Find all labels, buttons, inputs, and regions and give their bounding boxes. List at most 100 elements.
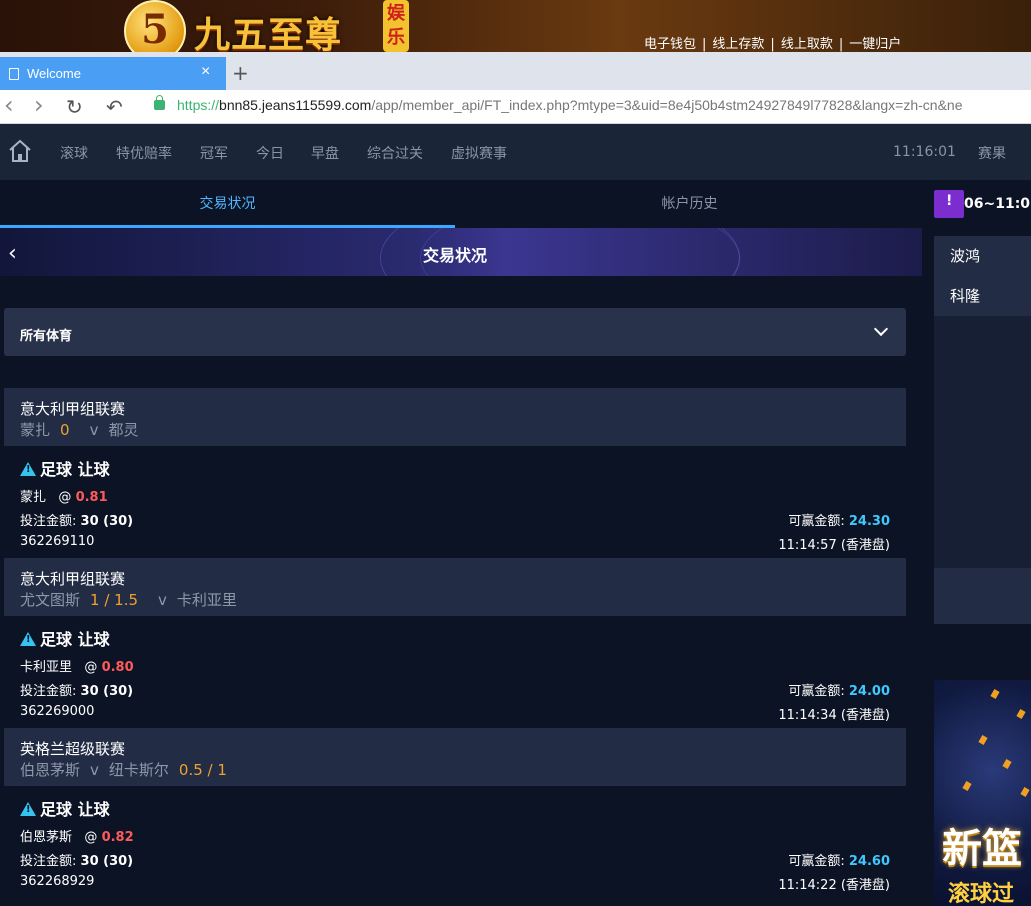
url-path: /app/member_api/FT_index.php?mtype=3&uid… bbox=[371, 97, 963, 113]
page-icon bbox=[9, 68, 19, 80]
sparkle bbox=[1002, 759, 1012, 769]
link-withdraw[interactable]: 线上取款 bbox=[781, 37, 833, 52]
nav-results[interactable]: 赛果 bbox=[978, 143, 1006, 163]
team-home: 蒙扎 bbox=[20, 421, 51, 439]
tab-account-history[interactable]: 帐户历史 bbox=[462, 180, 917, 228]
nav-virtual[interactable]: 虚拟赛事 bbox=[451, 143, 507, 163]
nav-early[interactable]: 早盘 bbox=[311, 143, 339, 163]
vs-label: v bbox=[158, 591, 167, 609]
win-label: 可赢金额: bbox=[788, 514, 845, 529]
odds: 0.80 bbox=[101, 660, 134, 675]
match-teams: 蒙扎 0 v 都灵 bbox=[20, 419, 138, 440]
browser-tab-welcome[interactable]: Welcome × bbox=[0, 57, 226, 90]
home-icon[interactable] bbox=[8, 139, 32, 163]
sidebar-item-team[interactable]: 科隆 bbox=[950, 285, 980, 306]
tab-transaction-status[interactable]: 交易状况 bbox=[0, 180, 455, 228]
separator: | bbox=[838, 37, 844, 52]
stake-label: 投注金额: bbox=[20, 854, 77, 869]
promo-title: 新篮 bbox=[942, 826, 1022, 872]
nav-special-odds[interactable]: 特优赔率 bbox=[116, 143, 172, 163]
warning-icon bbox=[20, 802, 36, 816]
sport-label: 足球 让球 bbox=[40, 800, 110, 819]
separator: | bbox=[702, 37, 707, 52]
nav-outright[interactable]: 冠军 bbox=[200, 143, 228, 163]
team-home: 伯恩茅斯 bbox=[20, 761, 81, 779]
pick-team: 蒙扎 bbox=[20, 490, 47, 505]
stake-value: 30 (30) bbox=[80, 684, 134, 699]
bet-league-row: 意大利甲组联赛 尤文图斯 1 / 1.5 v 卡利亚里 bbox=[4, 558, 906, 616]
bet-time: 11:14:22 (香港盘) bbox=[778, 878, 890, 893]
stake: 投注金额: 30 (30) bbox=[20, 510, 133, 529]
bet-sport: 足球 让球 bbox=[20, 626, 110, 650]
url-scheme: https:// bbox=[177, 97, 220, 113]
handicap: 0 bbox=[60, 421, 70, 439]
main-nav: 滚球 特优赔率 冠军 今日 早盘 综合过关 虚拟赛事 11:16:01 赛果 bbox=[0, 124, 1031, 180]
sparkle bbox=[978, 735, 988, 745]
warning-icon bbox=[20, 462, 36, 476]
odds: 0.81 bbox=[75, 490, 108, 505]
filter-value: 所有体育 bbox=[20, 329, 73, 344]
nav-today[interactable]: 今日 bbox=[256, 143, 284, 163]
bet-pick: 伯恩茅斯 @ 0.82 bbox=[20, 826, 134, 845]
stake-value: 30 (30) bbox=[80, 514, 134, 529]
url-field[interactable]: https://bnn85.jeans115599.com/app/member… bbox=[177, 97, 962, 113]
site-banner: 5 九五至尊 娱乐 电子钱包 | 线上存款 | 线上取款 | 一键归户 bbox=[0, 0, 1031, 52]
win-label: 可赢金额: bbox=[788, 854, 845, 869]
stake-value: 30 (30) bbox=[80, 854, 134, 869]
close-icon[interactable]: × bbox=[201, 63, 210, 81]
team-home: 尤文图斯 bbox=[20, 591, 81, 609]
nav-parlay[interactable]: 综合过关 bbox=[367, 143, 423, 163]
ticket-id: 362269110 bbox=[20, 534, 95, 549]
vs-label: v bbox=[89, 421, 99, 439]
sport-label: 足球 让球 bbox=[40, 460, 110, 479]
at-label: @ bbox=[84, 830, 98, 845]
link-deposit[interactable]: 线上存款 bbox=[712, 37, 764, 52]
bet-time: 11:14:57 (香港盘) bbox=[778, 538, 890, 553]
stake: 投注金额: 30 (30) bbox=[20, 680, 133, 699]
message-alert-icon[interactable] bbox=[934, 190, 964, 218]
browser-tabstrip: Welcome × + bbox=[0, 52, 1031, 90]
at-label: @ bbox=[58, 490, 72, 505]
league-name: 意大利甲组联赛 bbox=[20, 570, 126, 588]
new-tab-icon[interactable]: + bbox=[232, 61, 249, 85]
match-teams: 伯恩茅斯 v 纽卡斯尔 0.5 / 1 bbox=[20, 759, 237, 780]
page-title: 交易状况 bbox=[422, 246, 487, 265]
reload-icon[interactable]: ↻ bbox=[66, 95, 83, 119]
address-bar: ‹ › ↻ ↶ https://bnn85.jeans115599.com/ap… bbox=[0, 90, 1031, 124]
handicap: 0.5 / 1 bbox=[178, 761, 227, 779]
handicap: 1 / 1.5 bbox=[90, 591, 139, 609]
link-consolidate[interactable]: 一键归户 bbox=[849, 37, 901, 52]
chevron-down-icon bbox=[873, 321, 889, 337]
league-name: 意大利甲组联赛 bbox=[20, 400, 126, 418]
link-wallet[interactable]: 电子钱包 bbox=[644, 37, 696, 52]
sport-filter-select[interactable]: 所有体育 bbox=[4, 308, 906, 356]
forward-icon[interactable]: › bbox=[34, 91, 44, 119]
promo-banner[interactable]: 新篮 滚球过 bbox=[934, 680, 1031, 906]
warning-icon bbox=[20, 632, 36, 646]
stake-label: 投注金额: bbox=[20, 514, 77, 529]
logo-tag: 娱乐 bbox=[383, 0, 409, 52]
section-header: ‹ 交易状况 bbox=[0, 228, 922, 276]
potential-win: 可赢金额: 24.30 bbox=[788, 510, 890, 529]
win-value: 24.60 bbox=[848, 854, 890, 869]
league-name: 英格兰超级联赛 bbox=[20, 740, 126, 758]
separator: | bbox=[770, 37, 775, 52]
logo-text[interactable]: 九五至尊 bbox=[194, 6, 342, 52]
banner-links: 电子钱包 | 线上存款 | 线上取款 | 一键归户 bbox=[644, 33, 901, 52]
sparkle bbox=[1020, 787, 1030, 797]
at-label: @ bbox=[84, 660, 98, 675]
win-value: 24.00 bbox=[848, 684, 890, 699]
sidebar-time-range: 06~11:01:3 bbox=[964, 196, 1031, 212]
undo-icon[interactable]: ↶ bbox=[106, 95, 123, 119]
odds: 0.82 bbox=[101, 830, 134, 845]
sidebar-item-team[interactable]: 波鸿 bbox=[950, 245, 980, 266]
bet-league-row: 意大利甲组联赛 蒙扎 0 v 都灵 bbox=[4, 388, 906, 446]
promo-subtitle: 滚球过 bbox=[948, 882, 1015, 906]
bet-league-row: 英格兰超级联赛 伯恩茅斯 v 纽卡斯尔 0.5 / 1 bbox=[4, 728, 906, 786]
lock-icon bbox=[154, 95, 165, 110]
potential-win: 可赢金额: 24.00 bbox=[788, 680, 890, 699]
nav-live[interactable]: 滚球 bbox=[60, 143, 88, 163]
back-icon[interactable]: ‹ bbox=[4, 91, 14, 119]
logo-emblem[interactable]: 5 bbox=[124, 0, 186, 52]
sidebar-match-list: 波鸿 科隆 bbox=[934, 236, 1031, 316]
